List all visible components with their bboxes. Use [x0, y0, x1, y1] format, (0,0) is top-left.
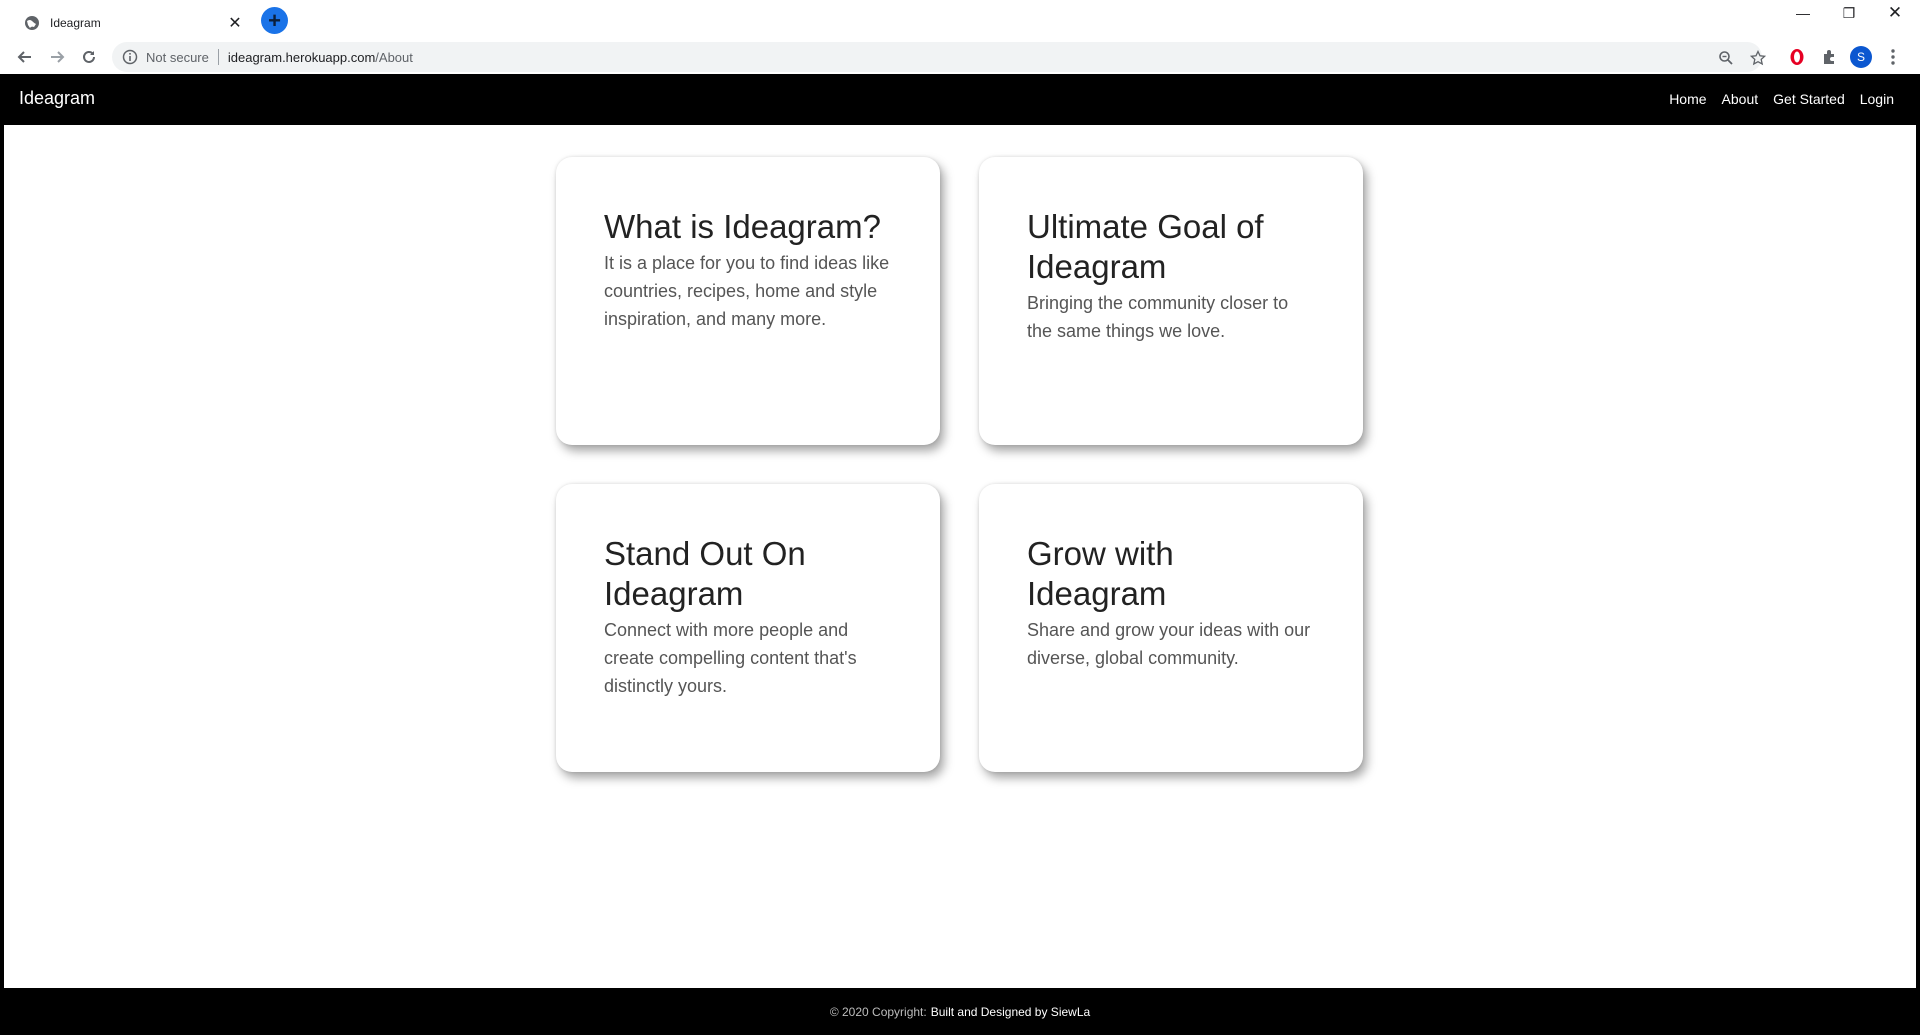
zoom-icon[interactable] — [1716, 48, 1736, 68]
card-title: Stand Out On Ideagram — [604, 535, 806, 612]
footer-credit-link[interactable]: Built and Designed by SiewLa — [931, 1005, 1090, 1019]
address-bar[interactable]: Not secure ideagram.herokuapp.com/About — [112, 42, 1766, 72]
nav-link-home[interactable]: Home — [1669, 91, 1706, 107]
omnibox-divider — [217, 49, 219, 65]
browser-toolbar: Not secure ideagram.herokuapp.com/About … — [0, 40, 1920, 74]
nav-links: Home About Get Started Login — [1669, 91, 1894, 107]
main-content: What is Ideagram? It is a place for you … — [4, 125, 1916, 988]
about-card: Ultimate Goal of Ideagram Bringing the c… — [979, 157, 1363, 445]
brand-logo[interactable]: Ideagram — [19, 88, 95, 109]
card-title: Ultimate Goal of Ideagram — [1027, 208, 1264, 285]
reload-icon[interactable] — [75, 43, 103, 71]
minimize-icon[interactable]: — — [1780, 0, 1826, 26]
web-page: Ideagram Home About Get Started Login Wh… — [0, 74, 1920, 1035]
security-label: Not secure — [146, 49, 209, 65]
star-icon[interactable] — [1748, 48, 1768, 68]
browser-tab-strip: Ideagram ✕ + — ❐ ✕ — [0, 0, 1920, 40]
card-text: Bringing the community closer to the sam… — [1027, 293, 1289, 341]
url-path: /About — [375, 49, 413, 65]
card-title: What is Ideagram? — [604, 208, 881, 245]
about-card: Grow with Ideagram Share and grow your i… — [979, 484, 1363, 772]
footer-copyright: © 2020 Copyright: — [829, 1004, 927, 1019]
maximize-icon[interactable]: ❐ — [1826, 0, 1872, 26]
back-icon[interactable] — [11, 43, 39, 71]
card-text: Share and grow your ideas with our diver… — [1027, 620, 1311, 668]
card-title: Grow with Ideagram — [1027, 535, 1174, 612]
about-card: What is Ideagram? It is a place for you … — [556, 157, 940, 445]
new-tab-icon[interactable]: + — [261, 7, 288, 34]
menu-icon[interactable] — [1880, 44, 1906, 70]
forward-icon[interactable] — [43, 43, 71, 71]
browser-tab[interactable]: Ideagram ✕ — [12, 6, 252, 40]
close-icon[interactable]: ✕ — [224, 12, 246, 34]
url-host: ideagram.herokuapp.com — [227, 49, 376, 65]
nav-link-login[interactable]: Login — [1860, 91, 1894, 107]
opera-icon[interactable] — [1784, 44, 1810, 70]
tab-title: Ideagram — [50, 16, 101, 30]
site-footer: © 2020 Copyright: Built and Designed by … — [0, 988, 1920, 1035]
nav-link-about[interactable]: About — [1722, 91, 1759, 107]
site-navbar: Ideagram Home About Get Started Login — [0, 74, 1920, 125]
card-text: Connect with more people and create comp… — [604, 620, 857, 696]
globe-icon — [25, 16, 39, 30]
info-icon[interactable] — [122, 49, 138, 65]
nav-link-get-started[interactable]: Get Started — [1773, 91, 1845, 107]
window-close-icon[interactable]: ✕ — [1872, 0, 1918, 26]
extensions-icon[interactable] — [1817, 44, 1843, 70]
about-card: Stand Out On Ideagram Connect with more … — [556, 484, 940, 772]
card-text: It is a place for you to find ideas like… — [604, 253, 890, 329]
profile-avatar[interactable]: S — [1848, 44, 1874, 70]
avatar: S — [1850, 46, 1872, 68]
